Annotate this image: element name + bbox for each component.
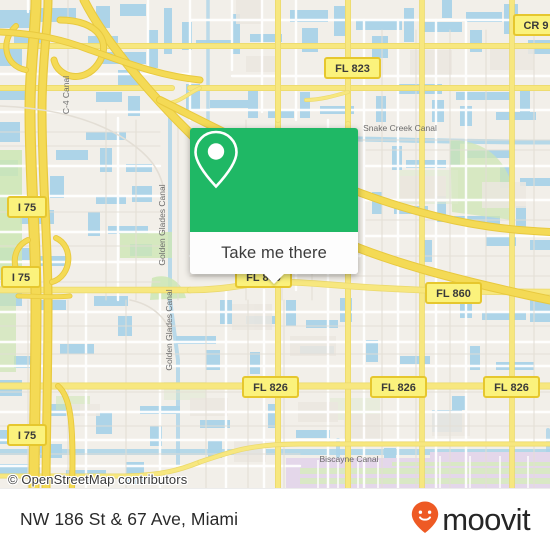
road-shield: FL 826 (242, 376, 299, 398)
location-title: NW 186 St & 67 Ave, Miami (20, 509, 239, 529)
map-screen: .wtr{fill:#AAD3E8} .grn{fill:#CDE6B4} .g… (0, 0, 550, 550)
popup-action-area[interactable]: Take me there (190, 232, 358, 284)
road-shield: I 75 (7, 424, 47, 446)
road-shield: I 75 (7, 196, 47, 218)
road-shield: FL 826 (483, 376, 540, 398)
road-shield: I 75 (1, 266, 41, 288)
svg-text:FL 860: FL 860 (436, 288, 471, 300)
road-shield: FL 826 (370, 376, 427, 398)
map-canvas[interactable]: .wtr{fill:#AAD3E8} .grn{fill:#CDE6B4} .g… (0, 0, 550, 488)
take-me-there-label: Take me there (221, 243, 327, 262)
svg-text:FL 826: FL 826 (494, 382, 529, 394)
moovit-pin-icon (410, 500, 440, 539)
popup-pin-area (190, 128, 358, 232)
moovit-wordmark: moovit (442, 502, 530, 537)
map-label: C-4 Canal (61, 76, 71, 114)
svg-text:CR 9: CR 9 (523, 20, 548, 32)
svg-text:FL 823: FL 823 (335, 63, 370, 75)
svg-text:FL 826: FL 826 (253, 382, 288, 394)
road-shield: FL 860 (425, 282, 482, 304)
map-label: Golden Glades Canal (157, 184, 167, 265)
popup-tail (264, 274, 284, 284)
footer-bar: NW 186 St & 67 Ave, Miami moovit (0, 488, 550, 550)
svg-text:FL 826: FL 826 (381, 382, 416, 394)
osm-attribution: © OpenStreetMap contributors (8, 472, 188, 487)
map-label: Snake Creek Canal (363, 123, 437, 133)
map-label: Biscayne Canal (319, 454, 378, 464)
svg-text:I 75: I 75 (12, 272, 30, 284)
take-me-there-popup[interactable]: Take me there (190, 128, 358, 284)
svg-text:I 75: I 75 (18, 430, 36, 442)
moovit-logo[interactable]: moovit (410, 500, 531, 539)
svg-text:I 75: I 75 (18, 202, 36, 214)
road-shield: CR 9 (513, 14, 550, 36)
road-shield: FL 823 (324, 57, 381, 79)
map-label: Golden Glades Canal (164, 289, 174, 370)
